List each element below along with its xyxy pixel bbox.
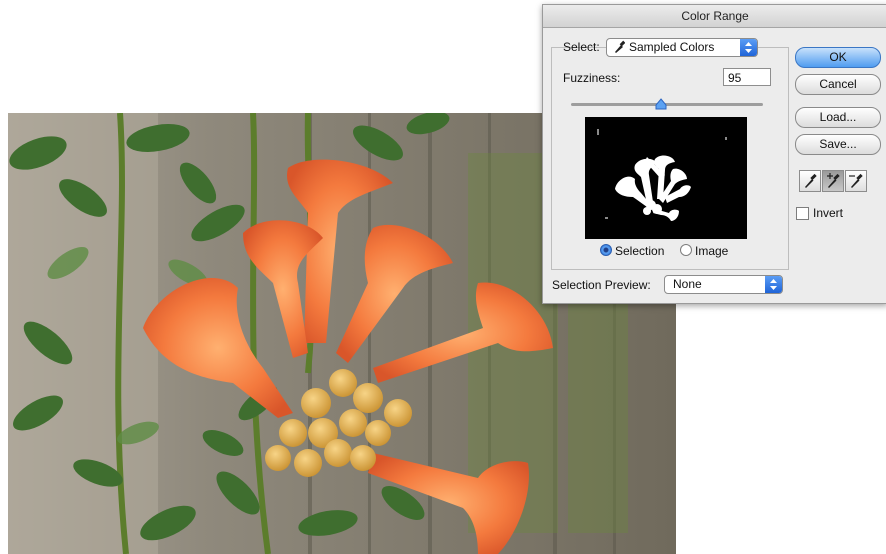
eyedropper-tool[interactable] [799, 170, 821, 192]
select-value: Sampled Colors [629, 40, 715, 54]
eyedropper-plus-icon [823, 173, 843, 195]
eyedropper-plus-tool[interactable] [822, 170, 844, 192]
selection-preview-popup[interactable]: None [664, 275, 783, 294]
selection-preview-thumbnail[interactable] [585, 117, 747, 239]
select-label: Select: [563, 40, 600, 54]
eyedropper-minus-tool[interactable] [845, 170, 867, 192]
selection-radio[interactable] [600, 244, 612, 256]
fuzziness-slider-thumb[interactable] [655, 97, 667, 110]
image-radio-label[interactable]: Image [695, 244, 728, 258]
invert-checkbox[interactable] [796, 207, 809, 220]
selection-radio-label[interactable]: Selection [615, 244, 664, 258]
eyedropper-icon [800, 173, 820, 195]
selection-preview-label: Selection Preview: [552, 278, 651, 292]
popup-arrows-icon [765, 276, 782, 293]
color-range-dialog: Color Range Select: Sampled Colors Fuzzi… [542, 4, 886, 304]
cancel-button[interactable]: Cancel [795, 74, 881, 95]
save-button[interactable]: Save... [795, 134, 881, 155]
fuzziness-label: Fuzziness: [563, 71, 621, 85]
ok-button[interactable]: OK [795, 47, 881, 68]
select-popup[interactable]: Sampled Colors [606, 38, 758, 57]
popup-arrows-icon [740, 39, 757, 56]
invert-label[interactable]: Invert [813, 206, 843, 220]
eyedropper-icon [613, 40, 626, 59]
dialog-title[interactable]: Color Range [543, 5, 886, 28]
fuzziness-field[interactable]: 95 [723, 68, 771, 86]
eyedropper-minus-icon [846, 173, 866, 195]
selection-preview-value: None [673, 277, 702, 291]
image-radio[interactable] [680, 244, 692, 256]
load-button[interactable]: Load... [795, 107, 881, 128]
